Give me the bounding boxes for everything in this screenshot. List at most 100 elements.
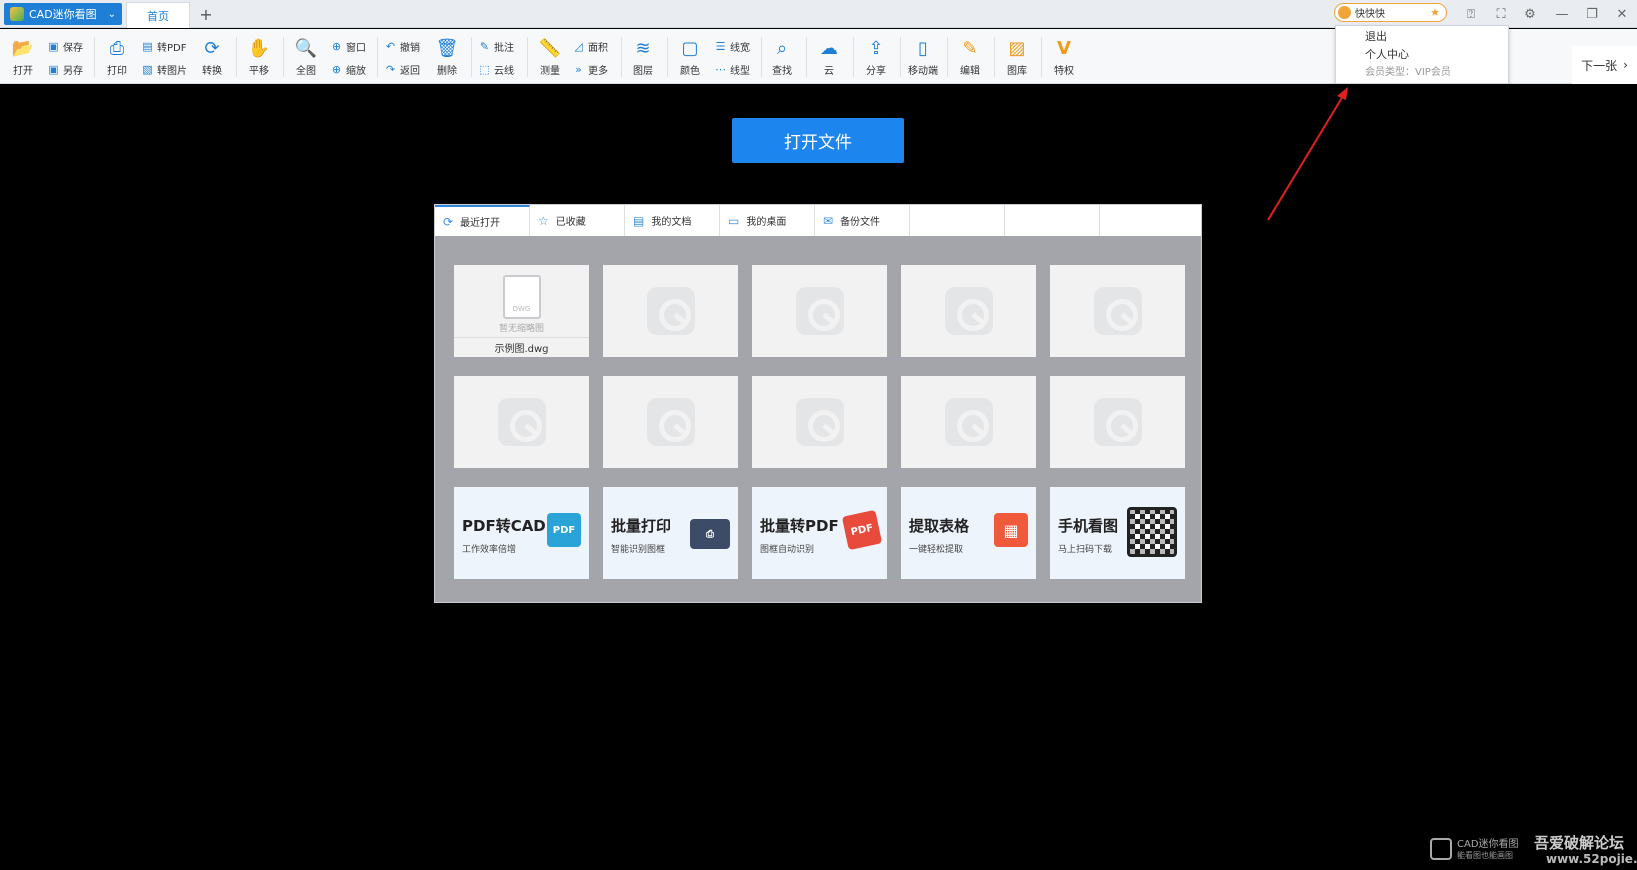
zoom-window-icon: ⊕ xyxy=(331,39,342,53)
qr-code-icon xyxy=(1127,507,1177,557)
avatar-icon xyxy=(1338,6,1351,19)
promo-mobile-view[interactable]: 手机看图 马上扫码下载 xyxy=(1050,487,1185,579)
zoom-button[interactable]: ⊕ 缩放 xyxy=(330,60,366,78)
tab-my-desktop[interactable]: ▭ 我的桌面 xyxy=(720,205,815,236)
settings-gear-icon[interactable]: ⚙ xyxy=(1520,4,1540,24)
gallery-label: 图库 xyxy=(1007,66,1027,77)
back-arrow-icon: ↷ xyxy=(385,62,396,76)
restore-icon[interactable]: ❐ xyxy=(1582,4,1602,24)
next-page-label: 下一张 xyxy=(1581,58,1618,73)
tab-favorites[interactable]: ☆ 已收藏 xyxy=(530,205,625,236)
to-image-button[interactable]: ▧ 转图片 xyxy=(141,60,187,78)
empty-thumb xyxy=(1050,376,1185,468)
delete-button[interactable]: 🗑 删除 xyxy=(427,33,467,81)
save-as-button[interactable]: ▣ 另存 xyxy=(47,60,83,78)
tab-my-desktop-label: 我的桌面 xyxy=(746,217,787,228)
area-icon: ◿ xyxy=(574,39,583,53)
placeholder-logo-icon xyxy=(944,287,993,335)
toolbar-divider xyxy=(1041,37,1042,77)
more-chevrons-icon: » xyxy=(575,62,582,76)
tab-backup-files[interactable]: ✉ 备份文件 xyxy=(815,205,910,236)
line-type-button[interactable]: ⋯ 线型 xyxy=(714,60,750,78)
cloud-line-button[interactable]: ⬚ 云线 xyxy=(478,60,514,78)
toolbar-divider xyxy=(621,37,622,77)
color-label: 颜色 xyxy=(680,66,700,77)
app-logo-icon xyxy=(10,7,24,21)
user-dropdown-menu: 退出 个人中心 会员类型：VIP会员 xyxy=(1335,25,1509,84)
help-icon[interactable]: ⍰ xyxy=(1461,4,1481,24)
placeholder-logo-icon xyxy=(795,398,844,446)
mobile-label: 移动端 xyxy=(908,66,938,77)
line-width-icon: ☰ xyxy=(715,39,726,53)
promo-pdf-to-cad[interactable]: PDF转CAD 工作效率倍增 PDF xyxy=(454,487,589,579)
watermark-app-name: CAD迷你看图 xyxy=(1457,839,1519,850)
watermark-tagline: 能看图也能画图 xyxy=(1457,851,1513,860)
zoom-window-button[interactable]: ⊕ 窗口 xyxy=(330,37,366,55)
promo-extract-table[interactable]: 提取表格 一键轻松提取 ▦ xyxy=(901,487,1036,579)
mobile-button[interactable]: ▯ 移动端 xyxy=(903,33,943,81)
open-button[interactable]: 📂 打开 xyxy=(3,33,43,81)
cad-logo-icon xyxy=(1430,838,1452,860)
open-file-button[interactable]: 打开文件 xyxy=(732,118,904,163)
tab-recent-label: 最近打开 xyxy=(460,218,501,229)
fit-all-button[interactable]: 🔍 全图 xyxy=(286,33,326,81)
app-menu-button[interactable]: CAD迷你看图 ⌄ xyxy=(4,3,122,25)
user-account-button[interactable]: 快快快 ★ xyxy=(1334,3,1447,22)
layers-button[interactable]: ≋ 图层 xyxy=(623,33,663,81)
logout-menu-item[interactable]: 退出 xyxy=(1365,28,1508,46)
recent-file-thumb[interactable]: DWG 暂无缩略图 示例图.dwg xyxy=(454,265,589,357)
pdf-icon-text: PDF xyxy=(552,524,576,536)
tab-recent[interactable]: ⟳ 最近打开 xyxy=(435,205,530,236)
promo-batch-to-pdf[interactable]: 批量转PDF 图框自动识别 PDF xyxy=(752,487,887,579)
area-button[interactable]: ◿ 面积 xyxy=(572,37,608,55)
promo-batch-print[interactable]: 批量打印 智能识别图框 ⎙ xyxy=(603,487,738,579)
fullscreen-icon[interactable]: ⛶ xyxy=(1491,4,1511,24)
refresh-icon: ⟳ xyxy=(443,214,454,229)
print-button[interactable]: ⎙ 打印 xyxy=(97,33,137,81)
no-thumbnail-text: 暂无缩略图 xyxy=(498,324,544,334)
tab-home[interactable]: 首页 xyxy=(126,2,190,28)
edit-label: 编辑 xyxy=(960,66,980,77)
cloud-icon: ☁ xyxy=(820,37,838,59)
color-button[interactable]: ▢ 颜色 xyxy=(670,33,710,81)
zoom-icon: ⊕ xyxy=(331,62,342,76)
to-pdf-button[interactable]: ▤ 转PDF xyxy=(141,37,186,55)
zoom-window-label: 窗口 xyxy=(346,42,366,54)
privilege-button[interactable]: V 特权 xyxy=(1044,33,1084,81)
member-type-text: 会员类型：VIP会员 xyxy=(1365,67,1451,78)
save-button[interactable]: ▣ 保存 xyxy=(47,37,83,55)
toolbar-divider xyxy=(853,37,854,77)
tab-my-documents[interactable]: ▤ 我的文档 xyxy=(625,205,720,236)
file-name: 示例图.dwg xyxy=(454,337,589,357)
undo-label: 撤销 xyxy=(400,42,420,54)
undo-button[interactable]: ↶ 撤销 xyxy=(384,37,420,55)
convert-label: 转换 xyxy=(202,66,222,77)
back-button[interactable]: ↷ 返回 xyxy=(384,60,420,78)
annotate-button[interactable]: ✎ 批注 xyxy=(478,37,514,55)
placeholder-logo-icon xyxy=(497,398,546,446)
more-button[interactable]: » 更多 xyxy=(572,60,608,78)
watermark-site-url: www.52pojie.cn xyxy=(1546,852,1637,866)
next-page-button[interactable]: 下一张 › xyxy=(1572,46,1637,84)
cloud-line-icon: ⬚ xyxy=(479,62,490,76)
app-name: CAD迷你看图 xyxy=(29,8,97,21)
line-width-label: 线宽 xyxy=(730,42,750,54)
profile-menu-item[interactable]: 个人中心 xyxy=(1365,46,1508,64)
minimize-icon[interactable]: — xyxy=(1552,4,1572,24)
cloud-button[interactable]: ☁ 云 xyxy=(809,33,849,81)
line-width-button[interactable]: ☰ 线宽 xyxy=(714,37,750,55)
phone-icon: ▯ xyxy=(918,37,928,59)
gallery-button[interactable]: ▨ 图库 xyxy=(997,33,1037,81)
share-button[interactable]: ⇪ 分享 xyxy=(856,33,896,81)
add-tab-button[interactable]: + xyxy=(196,4,216,24)
measure-button[interactable]: 📏 测量 xyxy=(530,33,570,81)
watermark: CAD迷你看图 能看图也能画图 吾爱破解论坛 www.52pojie.cn xyxy=(1430,832,1637,868)
empty-thumb xyxy=(603,376,738,468)
placeholder-logo-icon xyxy=(646,398,695,446)
search-icon: ⌕ xyxy=(776,37,788,59)
pan-button[interactable]: ✋ 平移 xyxy=(239,33,279,81)
close-icon[interactable]: ✕ xyxy=(1612,4,1632,24)
convert-button[interactable]: ⟳ 转换 xyxy=(192,33,232,81)
edit-button[interactable]: ✎ 编辑 xyxy=(950,33,990,81)
find-button[interactable]: ⌕ 查找 xyxy=(762,33,802,81)
